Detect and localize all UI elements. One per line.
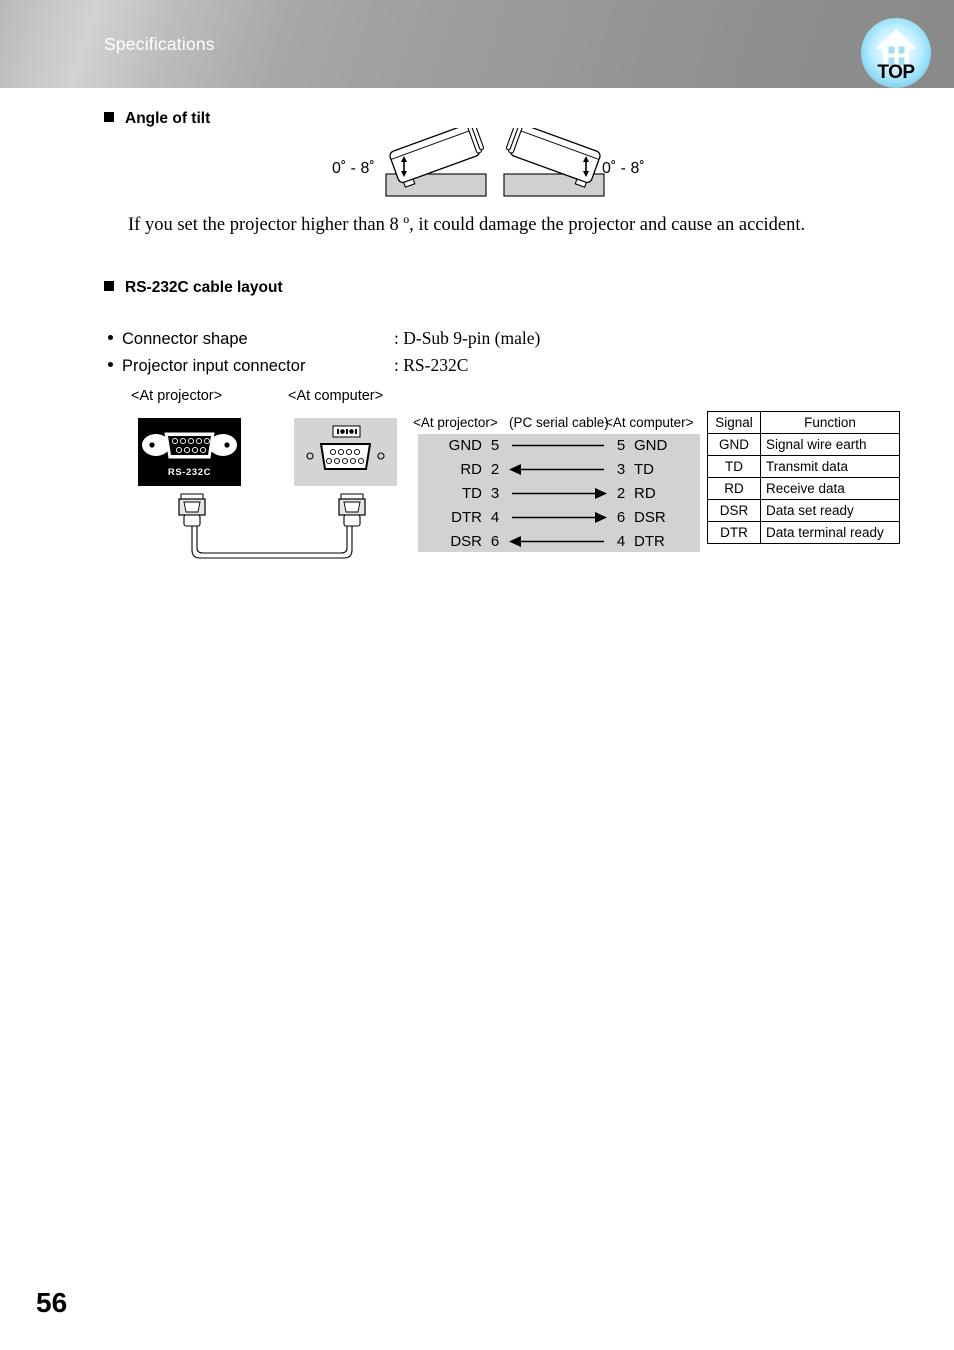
heading-angle-of-tilt-text: Angle of tilt	[125, 110, 211, 127]
heading-rs232c-cable-layout: RS-232C cable layout	[104, 279, 283, 297]
pinmap-right-name: GND	[634, 437, 668, 454]
pinmap-right-name: DSR	[634, 509, 666, 526]
pinmap-diagram: GND 5 5 GND RD 2 3 TD TD 3 2 RD DTR 4 6 …	[418, 434, 700, 552]
pinmap-row: RD 2 3 TD	[418, 458, 700, 481]
cell-function: Receive data	[760, 477, 900, 500]
spec-row-connector-shape: Connector shape : D-Sub 9-pin (male)	[108, 328, 540, 349]
projector-connector-panel: RS-232C	[138, 418, 241, 486]
top-button[interactable]: TOP	[861, 18, 931, 88]
pinmap-caption-right: <At computer>	[605, 415, 694, 430]
pinmap-left-name: GND	[448, 437, 482, 454]
pinmap-captions: <At projector> (PC serial cable) <At com…	[413, 415, 703, 431]
spec-value-input-connector: : RS-232C	[394, 355, 469, 375]
square-bullet-icon	[104, 112, 114, 122]
pinmap-right-name: DTR	[634, 533, 665, 550]
heading-rs232c-text: RS-232C cable layout	[125, 279, 283, 296]
pinmap-left-name: DSR	[450, 533, 482, 550]
column-header-signal: Signal	[707, 411, 761, 434]
spec-label-connector-shape: Connector shape	[122, 330, 248, 348]
serial-cable-illustration	[172, 492, 372, 572]
pinmap-right-pin: 5	[616, 437, 626, 454]
table-row: GND Signal wire earth	[707, 433, 900, 456]
caption-at-projector: <At projector>	[131, 388, 223, 404]
cell-function: Transmit data	[760, 455, 900, 478]
projector-dsub-illustration: RS-232C	[142, 432, 237, 478]
pinmap-left-name: RD	[460, 461, 482, 478]
pinmap-row: TD 3 2 RD	[418, 482, 700, 505]
pinmap-left-pin: 2	[490, 461, 500, 478]
table-row: DSR Data set ready	[707, 499, 900, 522]
table-row: TD Transmit data	[707, 455, 900, 478]
pinmap-arrow-right-icon	[512, 512, 607, 523]
cell-signal: DSR	[707, 499, 761, 522]
tilt-label-right: 0˚ - 8˚	[602, 160, 645, 177]
angle-of-tilt-figure: 0˚ - 8˚ 0˚ - 8˚	[320, 124, 670, 206]
table-header-row: Signal Function	[707, 411, 900, 434]
cell-signal: TD	[707, 455, 761, 478]
heading-angle-of-tilt: Angle of tilt	[104, 110, 210, 128]
column-header-function: Function	[760, 411, 900, 434]
cell-function: Signal wire earth	[760, 433, 900, 456]
pinmap-left-pin: 5	[490, 437, 500, 454]
caption-at-computer: <At computer>	[288, 388, 384, 404]
dot-bullet-icon	[108, 335, 113, 340]
cell-function: Data terminal ready	[760, 521, 900, 544]
cell-signal: GND	[707, 433, 761, 456]
cell-function: Data set ready	[760, 499, 900, 522]
pinmap-left-pin: 4	[490, 509, 500, 526]
pinmap-right-pin: 6	[616, 509, 626, 526]
page-number: 56	[36, 1287, 68, 1318]
pinmap-caption-center: (PC serial cable)	[509, 415, 609, 430]
pinmap-arrow-right-icon	[512, 488, 607, 499]
pinmap-row: DTR 4 6 DSR	[418, 506, 700, 529]
pinmap-left-name: TD	[462, 485, 482, 502]
pinmap-right-pin: 2	[616, 485, 626, 502]
projector-left	[385, 124, 487, 197]
dot-bullet-icon	[108, 362, 113, 367]
tilt-label-left: 0˚ - 8˚	[332, 160, 375, 177]
spec-value-connector-shape: : D-Sub 9-pin (male)	[394, 328, 541, 348]
angle-of-tilt-note: If you set the projector higher than 8 º…	[128, 215, 806, 235]
cell-signal: DTR	[707, 521, 761, 544]
page-header: Specifications	[0, 0, 954, 88]
top-button-label: TOP	[877, 62, 915, 83]
square-bullet-icon	[104, 281, 114, 291]
cable-plug-left	[178, 493, 206, 527]
pinmap-right-name: RD	[634, 485, 656, 502]
pinmap-right-name: TD	[634, 461, 654, 478]
pinmap-right-pin: 3	[616, 461, 626, 478]
pinmap-connector-line	[512, 444, 604, 447]
table-row: DTR Data terminal ready	[707, 521, 900, 544]
cell-signal: RD	[707, 477, 761, 500]
page-title: Specifications	[104, 34, 215, 54]
pinmap-left-name: DTR	[451, 509, 482, 526]
signal-function-table: Signal Function GND Signal wire earth TD…	[707, 411, 900, 544]
pinmap-left-pin: 6	[490, 533, 500, 550]
pinmap-arrow-left-icon	[509, 536, 604, 547]
pinmap-right-pin: 4	[616, 533, 626, 550]
computer-connector-panel	[294, 418, 397, 486]
pinmap-arrow-left-icon	[509, 464, 604, 475]
projector-right	[503, 124, 605, 197]
pinmap-row: DSR 6 4 DTR	[418, 530, 700, 553]
cable-plug-right	[338, 493, 366, 527]
computer-dsub-illustration	[306, 425, 385, 470]
spec-row-input-connector: Projector input connector : RS-232C	[108, 355, 468, 376]
pinmap-left-pin: 3	[490, 485, 500, 502]
table-row: RD Receive data	[707, 477, 900, 500]
pinmap-caption-left: <At projector>	[413, 415, 498, 430]
spec-label-input-connector: Projector input connector	[122, 357, 306, 375]
svg-text:RS-232C: RS-232C	[168, 467, 211, 478]
pinmap-row: GND 5 5 GND	[418, 434, 700, 457]
